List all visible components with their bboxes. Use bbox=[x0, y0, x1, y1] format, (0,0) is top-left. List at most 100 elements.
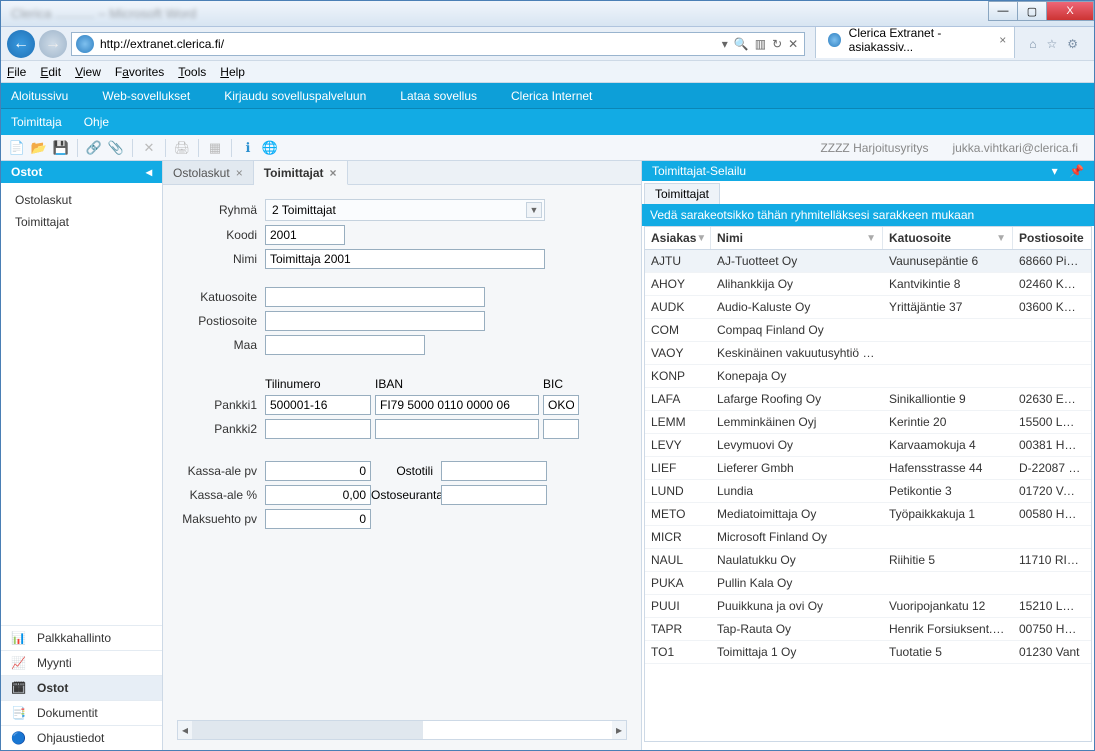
nav-lataa[interactable]: Lataa sovellus bbox=[400, 89, 477, 103]
sidebar-nav-ostot[interactable]: 🗓 Ostot bbox=[1, 675, 162, 700]
group-select[interactable]: 2 Toimittajat ▼ bbox=[265, 199, 545, 221]
nav-clerica-internet[interactable]: Clerica Internet bbox=[511, 89, 592, 103]
menu-edit[interactable]: Edit bbox=[40, 65, 61, 79]
bank2-iban-input[interactable] bbox=[375, 419, 539, 439]
scroll-left-icon[interactable]: ◂ bbox=[178, 721, 192, 739]
help-globe-icon[interactable]: 🌐 bbox=[260, 138, 280, 158]
browse-tab[interactable]: Toimittajat bbox=[644, 183, 720, 204]
forward-button[interactable]: → bbox=[39, 30, 67, 58]
bank1-bic-input[interactable] bbox=[543, 395, 579, 415]
info-icon[interactable]: ℹ bbox=[238, 138, 258, 158]
subnav-ohje[interactable]: Ohje bbox=[84, 115, 109, 129]
home-icon[interactable]: ⌂ bbox=[1029, 37, 1036, 51]
table-row[interactable]: AJTUAJ-Tuotteet OyVaunusepäntie 668660 P… bbox=[645, 250, 1091, 273]
bank1-iban-input[interactable] bbox=[375, 395, 539, 415]
bank2-acct-input[interactable] bbox=[265, 419, 371, 439]
favorites-icon[interactable]: ☆ bbox=[1046, 37, 1057, 51]
link-icon[interactable]: 🔗 bbox=[84, 138, 104, 158]
maksu-input[interactable] bbox=[265, 509, 371, 529]
table-row[interactable]: METOMediatoimittaja OyTyöpaikkakuja 1005… bbox=[645, 503, 1091, 526]
scroll-right-icon[interactable]: ▸ bbox=[612, 721, 626, 739]
table-row[interactable]: LEMMLemminkäinen OyjKerintie 2015500 LAH… bbox=[645, 411, 1091, 434]
scroll-thumb[interactable] bbox=[192, 721, 423, 739]
filter-icon[interactable]: ▼ bbox=[696, 233, 706, 244]
table-row[interactable]: COMCompaq Finland Oy bbox=[645, 319, 1091, 342]
url-input[interactable] bbox=[98, 33, 716, 55]
sidebar-nav-palkkahallinto[interactable]: 📊 Palkkahallinto bbox=[1, 625, 162, 650]
nav-kirjaudu[interactable]: Kirjaudu sovelluspalveluun bbox=[224, 89, 366, 103]
table-row[interactable]: VAOYKeskinäinen vakuutusyhtiö Oy bbox=[645, 342, 1091, 365]
tab-close-icon[interactable]: × bbox=[330, 166, 337, 180]
table-row[interactable]: AUDKAudio-Kaluste OyYrittäjäntie 3703600… bbox=[645, 296, 1091, 319]
bank2-bic-input[interactable] bbox=[543, 419, 579, 439]
new-icon[interactable]: 📄 bbox=[7, 138, 27, 158]
refresh-icon[interactable]: ↻ bbox=[772, 37, 782, 51]
attach-icon[interactable]: 📎 bbox=[106, 138, 126, 158]
col-header-postiosoite[interactable]: Postiosoite bbox=[1013, 227, 1087, 249]
tab-ostolaskut[interactable]: Ostolaskut × bbox=[163, 161, 254, 184]
stop-icon[interactable]: ✕ bbox=[788, 37, 798, 51]
table-row[interactable]: LAFALafarge Roofing OySinikalliontie 902… bbox=[645, 388, 1091, 411]
table-row[interactable]: NAULNaulatukku OyRiihitie 511710 RIIHI bbox=[645, 549, 1091, 572]
sidebar-link-toimittajat[interactable]: Toimittajat bbox=[1, 211, 162, 233]
street-input[interactable] bbox=[265, 287, 485, 307]
col-header-asiakas[interactable]: Asiakas▼ bbox=[645, 227, 711, 249]
grid-body[interactable]: AJTUAJ-Tuotteet OyVaunusepäntie 668660 P… bbox=[645, 250, 1091, 741]
col-header-nimi[interactable]: Nimi▼ bbox=[711, 227, 883, 249]
table-row[interactable]: PUKAPullin Kala Oy bbox=[645, 572, 1091, 595]
print-icon[interactable]: 🖨 bbox=[172, 138, 192, 158]
tools-gear-icon[interactable]: ⚙ bbox=[1067, 37, 1078, 51]
table-row[interactable]: LUNDLundiaPetikontie 301720 Vanta bbox=[645, 480, 1091, 503]
sidebar-nav-myynti[interactable]: 📈 Myynti bbox=[1, 650, 162, 675]
filter-icon[interactable]: ▼ bbox=[866, 233, 876, 244]
back-button[interactable]: ← bbox=[7, 30, 35, 58]
post-input[interactable] bbox=[265, 311, 485, 331]
bank1-acct-input[interactable] bbox=[265, 395, 371, 415]
properties-icon[interactable]: ▦ bbox=[205, 138, 225, 158]
sidebar-section-header[interactable]: Ostot ◂ bbox=[1, 161, 162, 183]
table-row[interactable]: PUUIPuuikkuna ja ovi OyVuoripojankatu 12… bbox=[645, 595, 1091, 618]
menu-file[interactable]: File bbox=[7, 65, 26, 79]
table-row[interactable]: LIEFLieferer GmbhHafensstrasse 44D-22087… bbox=[645, 457, 1091, 480]
kassa-pc-input[interactable] bbox=[265, 485, 371, 505]
compat-icon[interactable]: ▥ bbox=[755, 37, 766, 51]
delete-icon[interactable]: ✕ bbox=[139, 138, 159, 158]
name-input[interactable] bbox=[265, 249, 545, 269]
menu-view[interactable]: View bbox=[75, 65, 101, 79]
subnav-toimittaja[interactable]: Toimittaja bbox=[11, 115, 62, 129]
table-row[interactable]: AHOYAlihankkija OyKantvikintie 802460 KA… bbox=[645, 273, 1091, 296]
nav-websovellukset[interactable]: Web-sovellukset bbox=[102, 89, 190, 103]
save-icon[interactable]: 💾 bbox=[51, 138, 71, 158]
address-bar[interactable]: ▾ 🔍 ▥ ↻ ✕ bbox=[71, 32, 805, 56]
filter-icon[interactable]: ▼ bbox=[996, 233, 1006, 244]
tab-close-icon[interactable]: × bbox=[236, 166, 243, 180]
table-row[interactable]: TO1Toimittaja 1 OyTuotatie 501230 Vant bbox=[645, 641, 1091, 664]
table-row[interactable]: TAPRTap-Rauta OyHenrik Forsiuksent. 3900… bbox=[645, 618, 1091, 641]
pin-icon[interactable]: 📌 bbox=[1069, 164, 1084, 178]
tab-toimittajat[interactable]: Toimittajat × bbox=[254, 161, 348, 185]
search-icon[interactable]: 🔍 bbox=[734, 37, 749, 51]
collapse-icon[interactable]: ◂ bbox=[146, 165, 152, 179]
menu-favorites[interactable]: Favorites bbox=[115, 65, 164, 79]
col-header-katuosoite[interactable]: Katuosoite▼ bbox=[883, 227, 1013, 249]
sidebar-nav-ohjaustiedot[interactable]: 🔵 Ohjaustiedot bbox=[1, 725, 162, 750]
tab-close-icon[interactable]: × bbox=[999, 33, 1006, 47]
table-row[interactable]: KONPKonepaja Oy bbox=[645, 365, 1091, 388]
group-by-hint[interactable]: Vedä sarakeotsikko tähän ryhmitelläksesi… bbox=[642, 204, 1094, 226]
code-input[interactable] bbox=[265, 225, 345, 245]
sidebar-link-ostolaskut[interactable]: Ostolaskut bbox=[1, 189, 162, 211]
window-close-button[interactable]: X bbox=[1046, 1, 1094, 21]
panel-menu-icon[interactable]: ▾ bbox=[1052, 164, 1058, 178]
sidebar-nav-dokumentit[interactable]: 📑 Dokumentit bbox=[1, 700, 162, 725]
nav-aloitussivu[interactable]: Aloitussivu bbox=[11, 89, 68, 103]
open-icon[interactable]: 📂 bbox=[29, 138, 49, 158]
menu-help[interactable]: Help bbox=[220, 65, 245, 79]
horizontal-scrollbar[interactable]: ◂ ▸ bbox=[177, 720, 627, 740]
kassa-pv-input[interactable] bbox=[265, 461, 371, 481]
menu-tools[interactable]: Tools bbox=[178, 65, 206, 79]
window-minimize-button[interactable]: — bbox=[988, 1, 1018, 21]
ostoseur-input[interactable] bbox=[441, 485, 547, 505]
table-row[interactable]: MICRMicrosoft Finland Oy bbox=[645, 526, 1091, 549]
ostotili-input[interactable] bbox=[441, 461, 547, 481]
table-row[interactable]: LEVYLevymuovi OyKarvaamokuja 400381 Hels… bbox=[645, 434, 1091, 457]
